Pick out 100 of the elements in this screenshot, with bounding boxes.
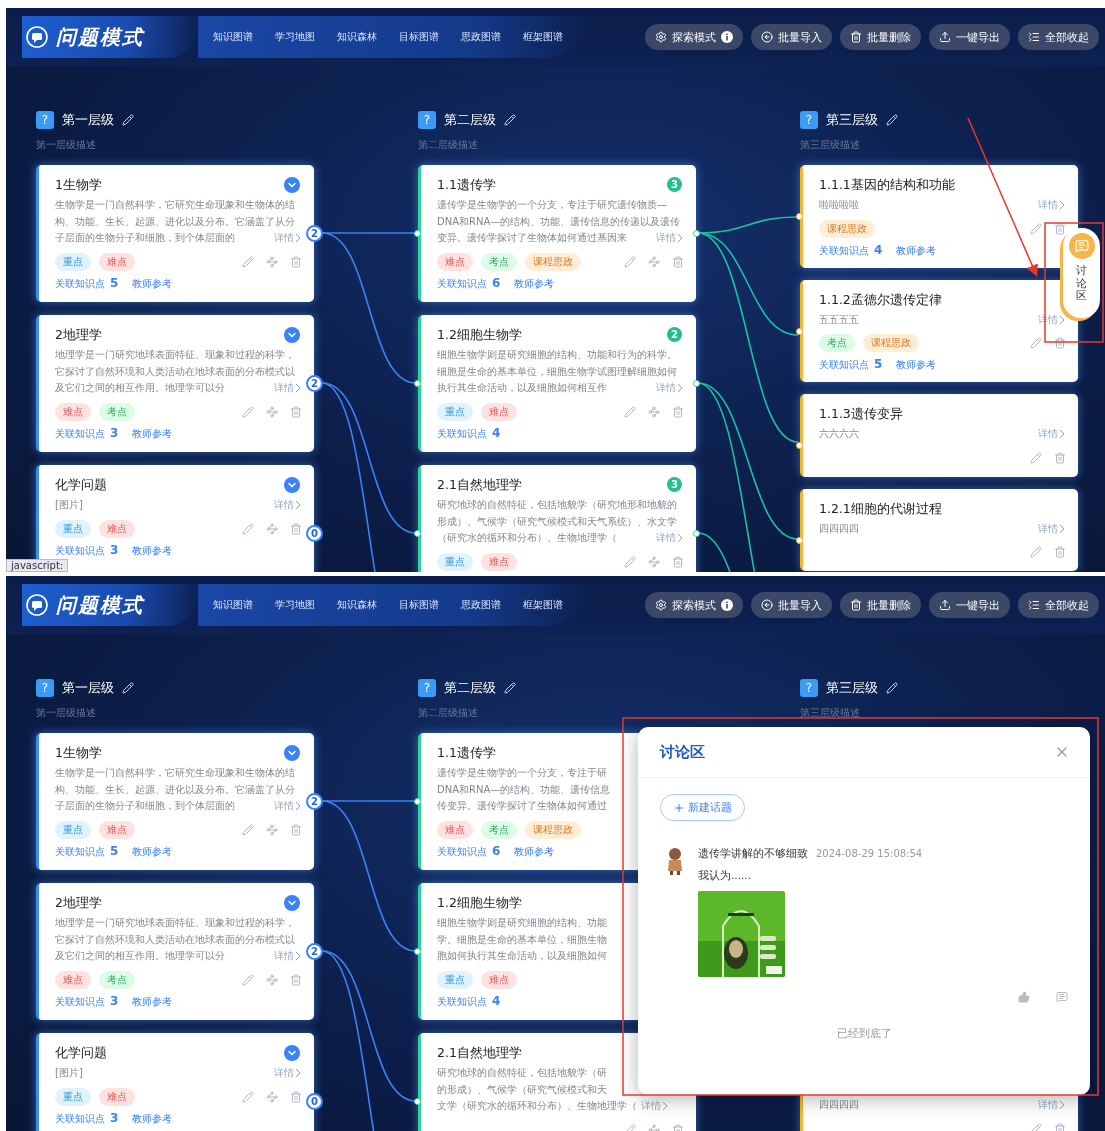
pencil-icon[interactable] — [504, 682, 516, 694]
card-description: 生物学是一门自然科学，它研究生命现象和生物体的结构、功能、生长、起源、进化以及分布。它涵盖了从分子层面的生物分子和细胞，到个体层面的 详情 — [55, 765, 302, 815]
trash-icon[interactable] — [1054, 1122, 1066, 1131]
node-card[interactable]: 1.1.1基因的结构和功能 啦啦啦啦 详情 课程思政 关联知识点 4 教师参考 — [800, 165, 1078, 268]
trash-icon[interactable] — [672, 405, 684, 418]
nodes-icon[interactable] — [266, 1090, 278, 1103]
toolbar-button[interactable]: 批量导入 — [751, 24, 832, 50]
logo-icon — [26, 26, 48, 48]
nav-tab[interactable]: 学习地图 — [264, 26, 326, 48]
list-icon — [1028, 31, 1040, 43]
chevron-icon — [294, 1068, 302, 1079]
reference-link[interactable]: 教师参考 — [132, 543, 173, 558]
node-card[interactable]: 2.1自然地理学 3 研究地球的自然特征，包括地貌学（研究地形和地貌的形成）、气候学（研究气候模式和天气系统）、水文学（研究水的循环和分布）、生物地理学（ 详情 重点 难点 — [418, 465, 696, 572]
related-count: 4 — [874, 242, 883, 257]
nav-tab[interactable]: 目标图谱 — [388, 594, 450, 616]
tag: 重点 — [55, 252, 91, 271]
related-count: 3 — [110, 542, 119, 557]
nodes-icon[interactable] — [266, 973, 278, 986]
node-card[interactable]: 1.1遗传学 3 遗传学是生物学的一个分支，专注于研究遗传物质—DNA和RNA—的结构、功能、遗传信息的传递以及遗传变异。遗传学探讨了生物体如何通过基因来 详情 难点 考点 课程思政 关联知识点 6 教师参考 — [418, 165, 696, 302]
toolbar-button[interactable]: 批量删除 — [840, 592, 921, 618]
reference-link[interactable]: 教师参考 — [132, 994, 173, 1009]
reference-link[interactable]: 教师参考 — [132, 1111, 173, 1126]
nav-tab[interactable]: 知识森林 — [326, 26, 388, 48]
pencil-icon[interactable] — [886, 114, 898, 126]
link-count-badge[interactable]: 2 — [306, 375, 323, 392]
post-title: 遗传学讲解的不够细致 — [698, 847, 808, 861]
trash-icon[interactable] — [1054, 546, 1066, 558]
tag: 重点 — [437, 402, 473, 421]
reference-link[interactable]: 教师参考 — [132, 276, 173, 291]
nodes-icon[interactable] — [266, 405, 278, 418]
trash-icon[interactable] — [290, 255, 302, 268]
trash-icon[interactable] — [1054, 222, 1066, 235]
trash-icon[interactable] — [290, 823, 302, 836]
nodes-icon[interactable] — [648, 405, 660, 418]
toolbar-button[interactable]: 一键导出 — [929, 592, 1010, 618]
link-count-badge[interactable]: 2 — [306, 943, 323, 960]
toolbar-button[interactable]: 批量导入 — [751, 592, 832, 618]
nav-tab[interactable]: 思政图谱 — [450, 26, 512, 48]
trash-icon[interactable] — [672, 255, 684, 268]
nodes-icon[interactable] — [266, 255, 278, 268]
pencil-icon[interactable] — [886, 682, 898, 694]
nav-tab[interactable]: 思政图谱 — [450, 594, 512, 616]
thumbs-up-icon[interactable] — [1018, 991, 1030, 1003]
nodes-icon[interactable] — [266, 522, 278, 535]
node-card[interactable]: 1.2.1细胞的代谢过程 四四四四 详情 — [800, 488, 1078, 571]
trash-icon[interactable] — [290, 973, 302, 986]
nav-tab[interactable]: 知识图谱 — [202, 594, 264, 616]
list-icon — [1028, 599, 1040, 611]
link-count-badge[interactable]: 2 — [306, 225, 323, 242]
toolbar-button[interactable]: 全部收起 — [1018, 592, 1099, 618]
nav-tab[interactable]: 框架图谱 — [512, 26, 574, 48]
toolbar-button[interactable]: 一键导出 — [929, 24, 1010, 50]
trash-icon[interactable] — [290, 1090, 302, 1103]
reference-link[interactable]: 教师参考 — [896, 243, 937, 258]
nav-tab[interactable]: 学习地图 — [264, 594, 326, 616]
link-count-badge[interactable]: 0 — [306, 525, 323, 542]
chevron-circle-icon[interactable] — [284, 745, 300, 761]
chevron-circle-icon[interactable] — [284, 895, 300, 911]
related-label: 关联知识点 — [437, 844, 487, 859]
nav-tab[interactable]: 框架图谱 — [512, 594, 574, 616]
pencil-icon[interactable] — [122, 682, 134, 694]
reference-link[interactable]: 教师参考 — [514, 844, 555, 859]
trash-icon[interactable] — [1054, 337, 1066, 349]
node-card[interactable]: 1.1.3遗传变异 六六六六 详情 — [800, 394, 1078, 477]
reference-link[interactable]: 教师参考 — [132, 844, 173, 859]
nav-tab[interactable]: 目标图谱 — [388, 26, 450, 48]
pencil-icon[interactable] — [504, 114, 516, 126]
related-count: 3 — [110, 993, 119, 1008]
chevron-circle-icon[interactable] — [284, 477, 300, 493]
connector-dot — [414, 948, 421, 955]
nodes-icon[interactable] — [648, 255, 660, 268]
link-count-badge[interactable]: 0 — [306, 1093, 323, 1110]
comment-icon[interactable] — [1056, 991, 1068, 1003]
node-card[interactable]: 1.2细胞生物学 2 细胞生物学则是研究细胞的结构、功能和行为的科学。细胞是生命的基本单位，细胞生物学试图理解细胞如何执行其生命活动，以及细胞如何相互作 详情 重点 难点 关联知识点 4 — [418, 315, 696, 452]
toolbar-button[interactable]: 批量删除 — [840, 24, 921, 50]
chevron-circle-icon[interactable] — [284, 177, 300, 193]
nodes-icon[interactable] — [266, 823, 278, 836]
toolbar-button[interactable]: 全部收起 — [1018, 24, 1099, 50]
nodes-icon[interactable] — [648, 555, 660, 568]
toolbar-button[interactable]: 探索模式 — [645, 24, 743, 50]
discussion-tab[interactable]: 讨论区 — [1063, 228, 1100, 318]
connector-dot — [414, 230, 421, 237]
trash-icon[interactable] — [672, 555, 684, 568]
chevron-circle-icon[interactable] — [284, 1045, 300, 1061]
pencil-icon[interactable] — [122, 114, 134, 126]
new-topic-button[interactable]: 新建话题 — [660, 794, 745, 821]
trash-icon[interactable] — [1054, 451, 1066, 464]
toolbar-button[interactable]: 探索模式 — [645, 592, 743, 618]
card-title: 1.1.1基因的结构和功能 — [819, 177, 956, 193]
help-mark: ? — [418, 111, 436, 129]
trash-icon[interactable] — [290, 405, 302, 418]
reference-link[interactable]: 教师参考 — [514, 276, 555, 291]
nav-tab[interactable]: 知识森林 — [326, 594, 388, 616]
chevron-circle-icon[interactable] — [284, 327, 300, 343]
nav-tab[interactable]: 知识图谱 — [202, 26, 264, 48]
reference-link[interactable]: 教师参考 — [132, 426, 173, 441]
tag: 难点 — [437, 252, 473, 271]
trash-icon[interactable] — [290, 522, 302, 535]
link-count-badge[interactable]: 2 — [306, 793, 323, 810]
reference-link[interactable]: 教师参考 — [896, 358, 937, 372]
